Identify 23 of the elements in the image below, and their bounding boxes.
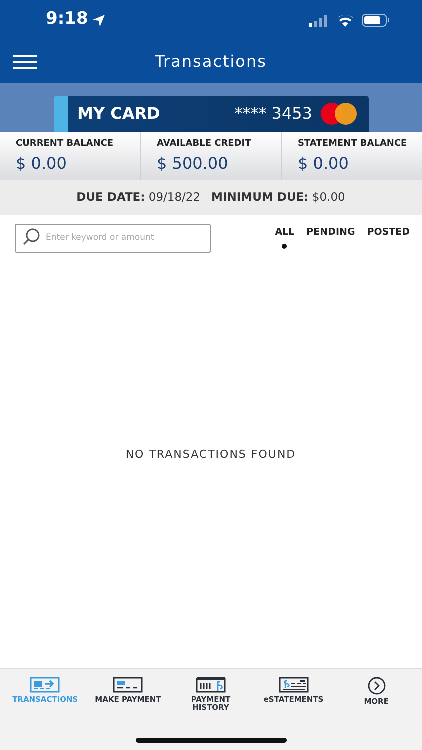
search-field[interactable]: Enter keyword or amount	[15, 224, 211, 252]
check-icon	[278, 677, 309, 693]
card-transfer-icon	[30, 677, 60, 693]
empty-message: NO TRANSACTIONS FOUND	[126, 446, 296, 463]
calendar-dollar-icon	[196, 677, 226, 693]
card-icon	[113, 677, 144, 693]
balance-amount: $ 500.00	[157, 152, 230, 174]
filter-tab[interactable]: ALL	[275, 226, 295, 249]
due-info: DUE DATE: 09/18/22 MINIMUM DUE: $0.00	[76, 188, 346, 206]
status-time: 9:18	[46, 8, 88, 32]
filter-tab[interactable]: PENDING	[306, 226, 356, 249]
card-network-icon	[318, 102, 358, 126]
balance-amount: $ 0.00	[298, 152, 350, 174]
balance-label: AVAILABLE CREDIT	[157, 138, 252, 151]
search-icon	[23, 228, 41, 246]
card-number: **** 3453	[234, 103, 312, 125]
chevron-circle-icon	[366, 677, 387, 695]
page-title: Transactions	[155, 52, 267, 70]
balance-amount: $ 0.00	[16, 152, 68, 174]
balance-label: STATEMENT BALANCE	[298, 138, 408, 151]
filter-tab[interactable]: POSTED	[367, 226, 410, 249]
balance-label: CURRENT BALANCE	[16, 138, 115, 151]
card-name: MY CARD	[78, 103, 160, 125]
